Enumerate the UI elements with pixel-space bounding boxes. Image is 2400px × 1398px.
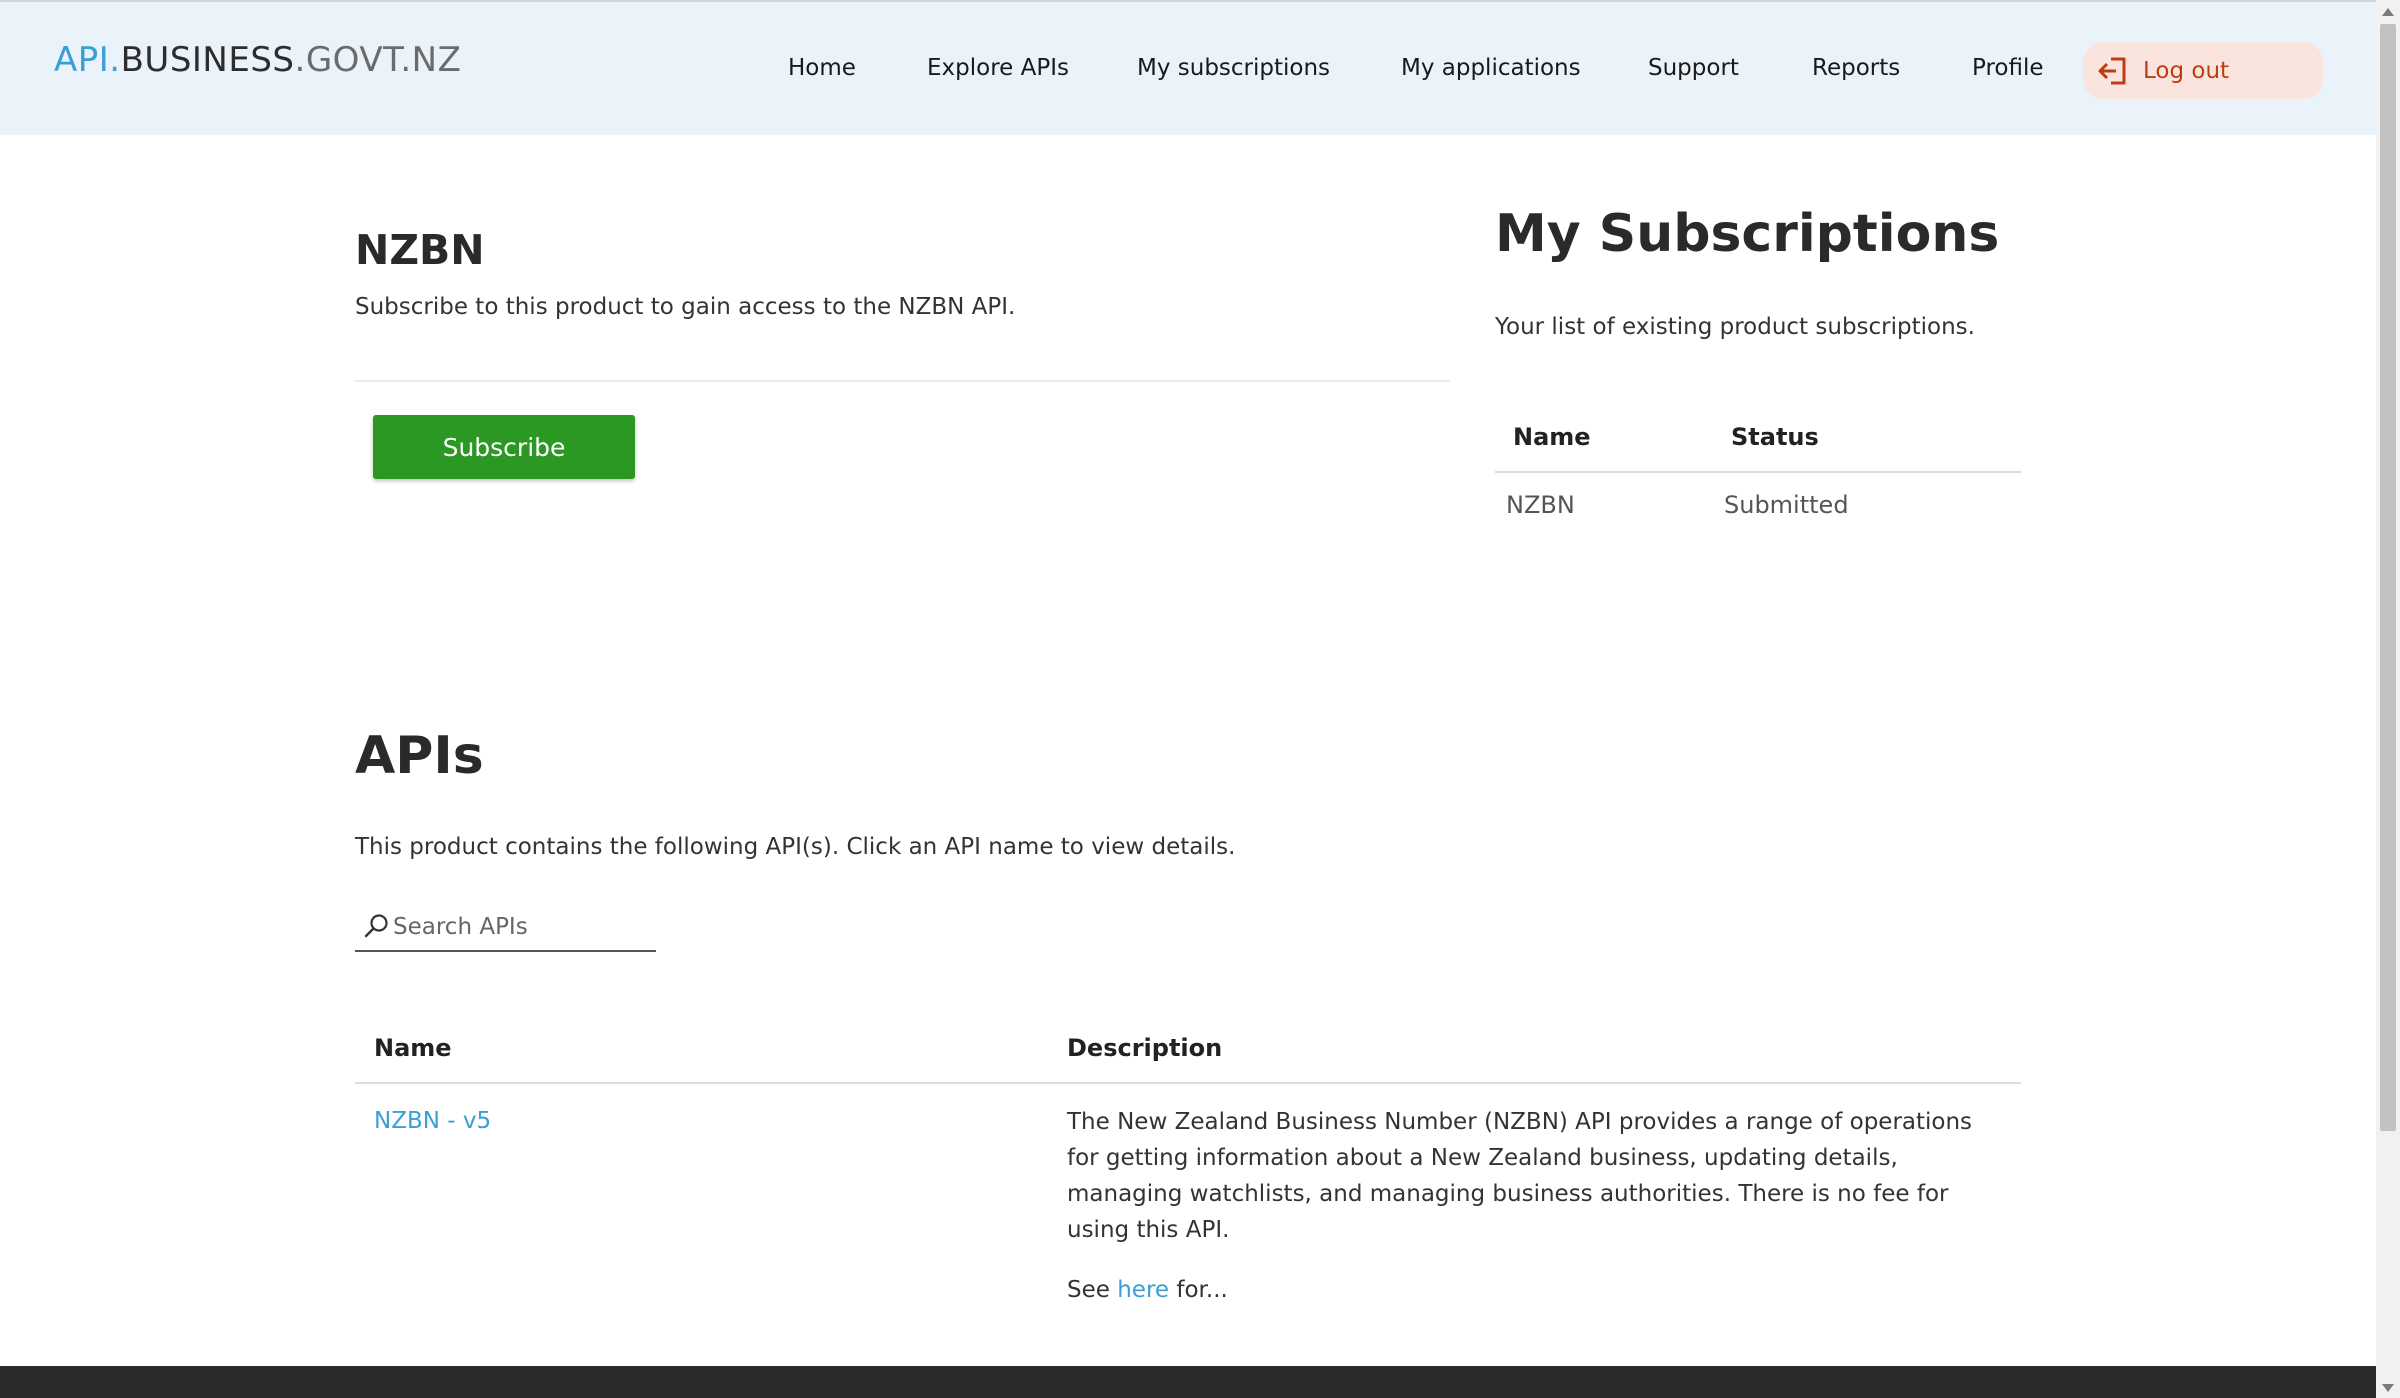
table-row: NZBN Submitted (1495, 473, 2021, 539)
scroll-up-icon[interactable] (2382, 8, 2394, 16)
subscriptions-table: Name Status NZBN Submitted (1495, 405, 2021, 539)
apis-col-name: Name (374, 1034, 452, 1062)
subscriptions-title: My Subscriptions (1495, 204, 2000, 264)
logout-label: Log out (2143, 57, 2230, 84)
api-description-text: The New Zealand Business Number (NZBN) A… (1067, 1109, 1973, 1243)
api-link-nzbn-v5[interactable]: NZBN - v5 (374, 1108, 491, 1134)
nav-support[interactable]: Support (1648, 55, 1739, 81)
nav-my-applications[interactable]: My applications (1401, 55, 1581, 81)
api-see-more: See here for... (1067, 1272, 1987, 1308)
apis-table-header: Name Description (355, 1014, 2021, 1084)
search-input[interactable] (393, 908, 651, 946)
search-icon (364, 914, 388, 938)
main-nav: Home Explore APIs My subscriptions My ap… (0, 52, 2376, 92)
logout-icon (2098, 57, 2126, 84)
apis-description: This product contains the following API(… (355, 834, 1236, 860)
see-suffix: for... (1169, 1277, 1228, 1303)
subscriptions-col-status: Status (1731, 423, 1819, 451)
scrollbar-thumb[interactable] (2380, 24, 2396, 1131)
subscriptions-table-header: Name Status (1495, 405, 2021, 473)
subscription-name: NZBN (1506, 491, 1575, 519)
see-prefix: See (1067, 1277, 1118, 1303)
nav-reports[interactable]: Reports (1812, 55, 1900, 81)
site-header: API.BUSINESS.GOVT.NZ Home Explore APIs M… (0, 2, 2376, 135)
nav-home[interactable]: Home (788, 55, 856, 81)
section-divider (355, 380, 1450, 382)
apis-table: Name Description (355, 1014, 2021, 1084)
subscription-status: Submitted (1724, 491, 1849, 519)
nav-my-subscriptions[interactable]: My subscriptions (1137, 55, 1330, 81)
search-box (355, 904, 656, 952)
nav-profile[interactable]: Profile (1972, 55, 2044, 81)
subscriptions-col-name: Name (1513, 423, 1591, 451)
see-here-link[interactable]: here (1117, 1277, 1169, 1303)
nav-explore-apis[interactable]: Explore APIs (927, 55, 1069, 81)
scroll-down-icon[interactable] (2382, 1384, 2394, 1392)
api-description: The New Zealand Business Number (NZBN) A… (1067, 1104, 1987, 1308)
logout-button[interactable]: Log out (2083, 42, 2323, 99)
site-footer (0, 1366, 2376, 1398)
product-title: NZBN (355, 226, 485, 274)
subscriptions-description: Your list of existing product subscripti… (1495, 314, 1975, 340)
apis-title: APIs (355, 726, 484, 786)
subscribe-button[interactable]: Subscribe (373, 415, 635, 479)
scrollbar[interactable] (2376, 0, 2400, 1398)
apis-col-description: Description (1067, 1034, 1223, 1062)
product-description: Subscribe to this product to gain access… (355, 294, 1016, 320)
